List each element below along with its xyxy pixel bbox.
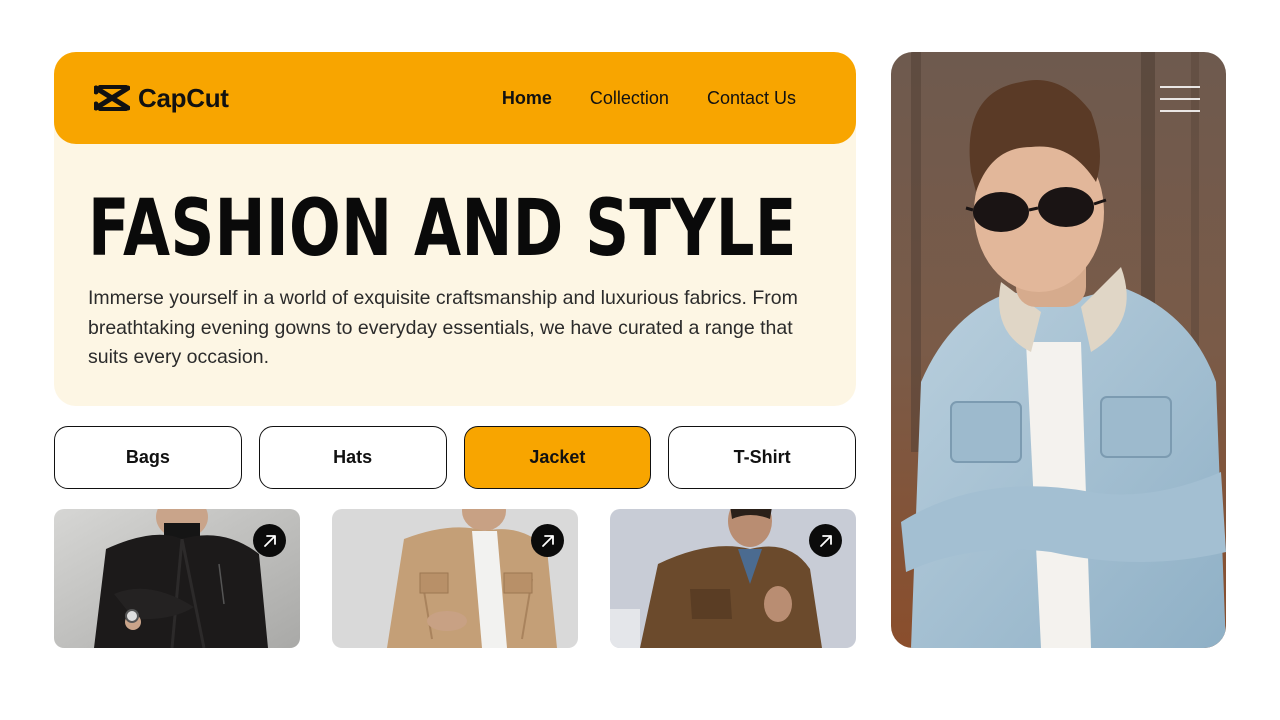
open-product-button[interactable]	[531, 524, 564, 557]
model-photo	[891, 52, 1226, 648]
hero-title: FASHION AND STYLE	[88, 184, 797, 274]
nav-collection[interactable]: Collection	[590, 88, 669, 109]
capcut-logo-icon	[94, 85, 130, 111]
brand-logo[interactable]: CapCut	[94, 83, 229, 114]
category-hats-button[interactable]: Hats	[258, 426, 447, 489]
arrow-up-right-icon	[263, 534, 276, 547]
hero-description: Immerse yourself in a world of exquisite…	[88, 287, 798, 368]
hero-section: FASHION AND STYLE Immerse yourself in a …	[54, 110, 856, 406]
main-nav: Home Collection Contact Us	[502, 88, 816, 109]
arrow-up-right-icon	[541, 534, 554, 547]
category-bags-button[interactable]: Bags	[54, 426, 242, 489]
hamburger-menu-icon[interactable]	[1160, 86, 1200, 112]
category-tshirt-button[interactable]: T-Shirt	[668, 426, 856, 489]
product-card[interactable]	[610, 509, 856, 648]
nav-home[interactable]: Home	[502, 88, 552, 109]
feature-photo	[891, 52, 1226, 648]
arrow-up-right-icon	[819, 534, 832, 547]
brand-name: CapCut	[138, 82, 229, 113]
open-product-button[interactable]	[253, 524, 286, 557]
nav-contact-us[interactable]: Contact Us	[707, 88, 796, 109]
product-card[interactable]	[332, 509, 578, 648]
top-nav-bar: CapCut Home Collection Contact Us	[54, 52, 856, 144]
category-filter: Bags Hats Jacket T-Shirt	[54, 426, 856, 489]
category-jacket-button[interactable]: Jacket	[463, 426, 652, 489]
product-card[interactable]	[54, 509, 300, 648]
open-product-button[interactable]	[809, 524, 842, 557]
product-grid	[54, 509, 856, 648]
